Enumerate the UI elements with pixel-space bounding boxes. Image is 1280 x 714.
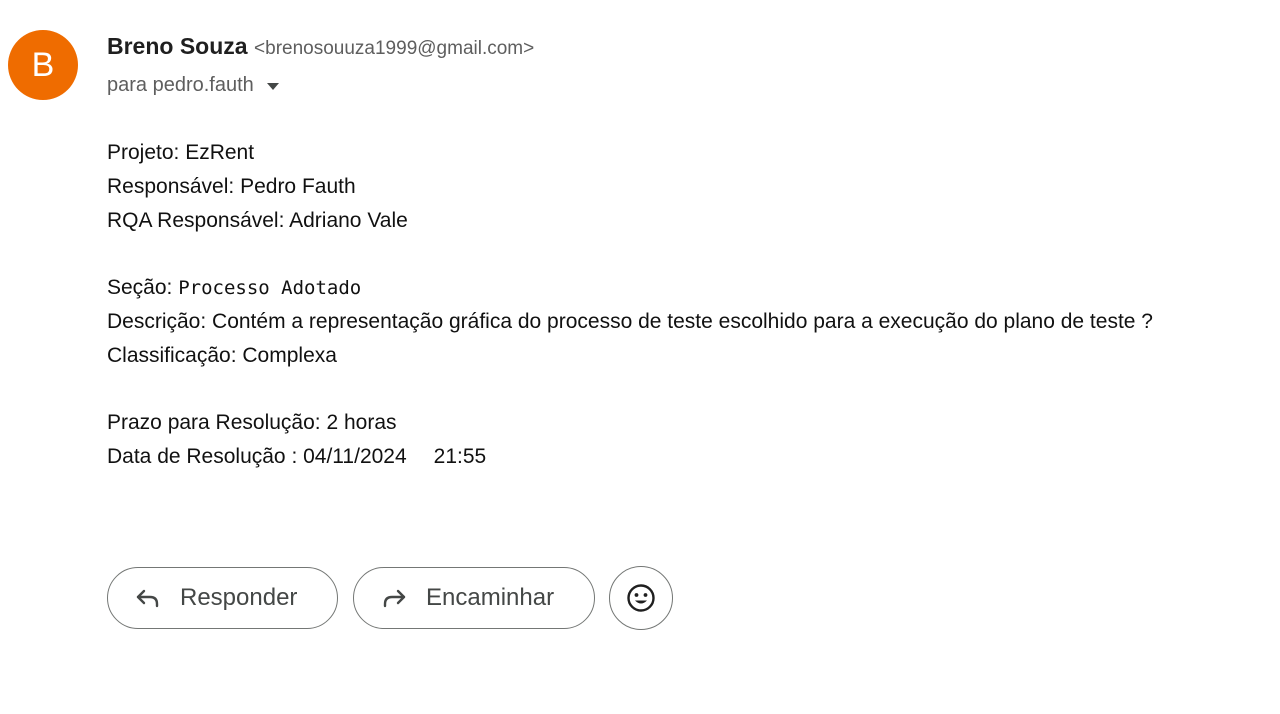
forward-arrow-icon: [380, 584, 408, 612]
deadline-line: Prazo para Resolução: 2 horas: [107, 411, 397, 434]
recipient-details-toggle[interactable]: para pedro.fauth: [107, 69, 534, 101]
classification-line: Classificação: Complexa: [107, 344, 337, 367]
section-label: Seção:: [107, 276, 179, 299]
resolution-time: 21:55: [433, 445, 487, 468]
forward-button[interactable]: Encaminhar: [353, 567, 595, 629]
responsible-line: Responsável: Pedro Fauth: [107, 175, 356, 198]
sender-line: Breno Souza <brenosouuza1999@gmail.com>: [107, 30, 534, 66]
rqa-responsible-line: RQA Responsável: Adriano Vale: [107, 209, 408, 232]
recipient-label: para pedro.fauth: [107, 74, 254, 96]
reply-label: Responder: [180, 584, 298, 611]
caret-down-icon[interactable]: [266, 82, 279, 90]
email-header: Breno Souza <brenosouuza1999@gmail.com> …: [107, 30, 534, 101]
forward-label: Encaminhar: [426, 584, 555, 611]
section-line: Seção: Processo Adotado: [107, 271, 1153, 305]
project-line: Projeto: EzRent: [107, 141, 255, 164]
section-value: Processo Adotado: [178, 277, 362, 299]
reply-button[interactable]: Responder: [107, 567, 338, 629]
sender-email: <brenosouuza1999@gmail.com>: [254, 38, 535, 59]
smiley-emoji-icon: [627, 584, 655, 612]
resolution-date-line: Data de Resolução : 04/11/2024 21:55: [107, 440, 1153, 474]
section-info: Seção: Processo Adotado Descrição: Conté…: [107, 271, 1153, 373]
sender-avatar[interactable]: B: [8, 30, 78, 100]
sender-name[interactable]: Breno Souza: [107, 33, 248, 59]
reply-arrow-icon: [134, 584, 162, 612]
emoji-reaction-button[interactable]: [609, 566, 673, 630]
email-body: Projeto: EzRent Responsável: Pedro Fauth…: [107, 136, 1153, 474]
resolution-date: Data de Resolução : 04/11/2024: [107, 445, 407, 468]
description-line: Descrição: Contém a representação gráfic…: [107, 310, 1153, 333]
project-info: Projeto: EzRent Responsável: Pedro Fauth…: [107, 136, 1153, 238]
message-actions: Responder Encaminhar: [107, 566, 673, 630]
resolution-info: Prazo para Resolução: 2 horas Data de Re…: [107, 406, 1153, 474]
